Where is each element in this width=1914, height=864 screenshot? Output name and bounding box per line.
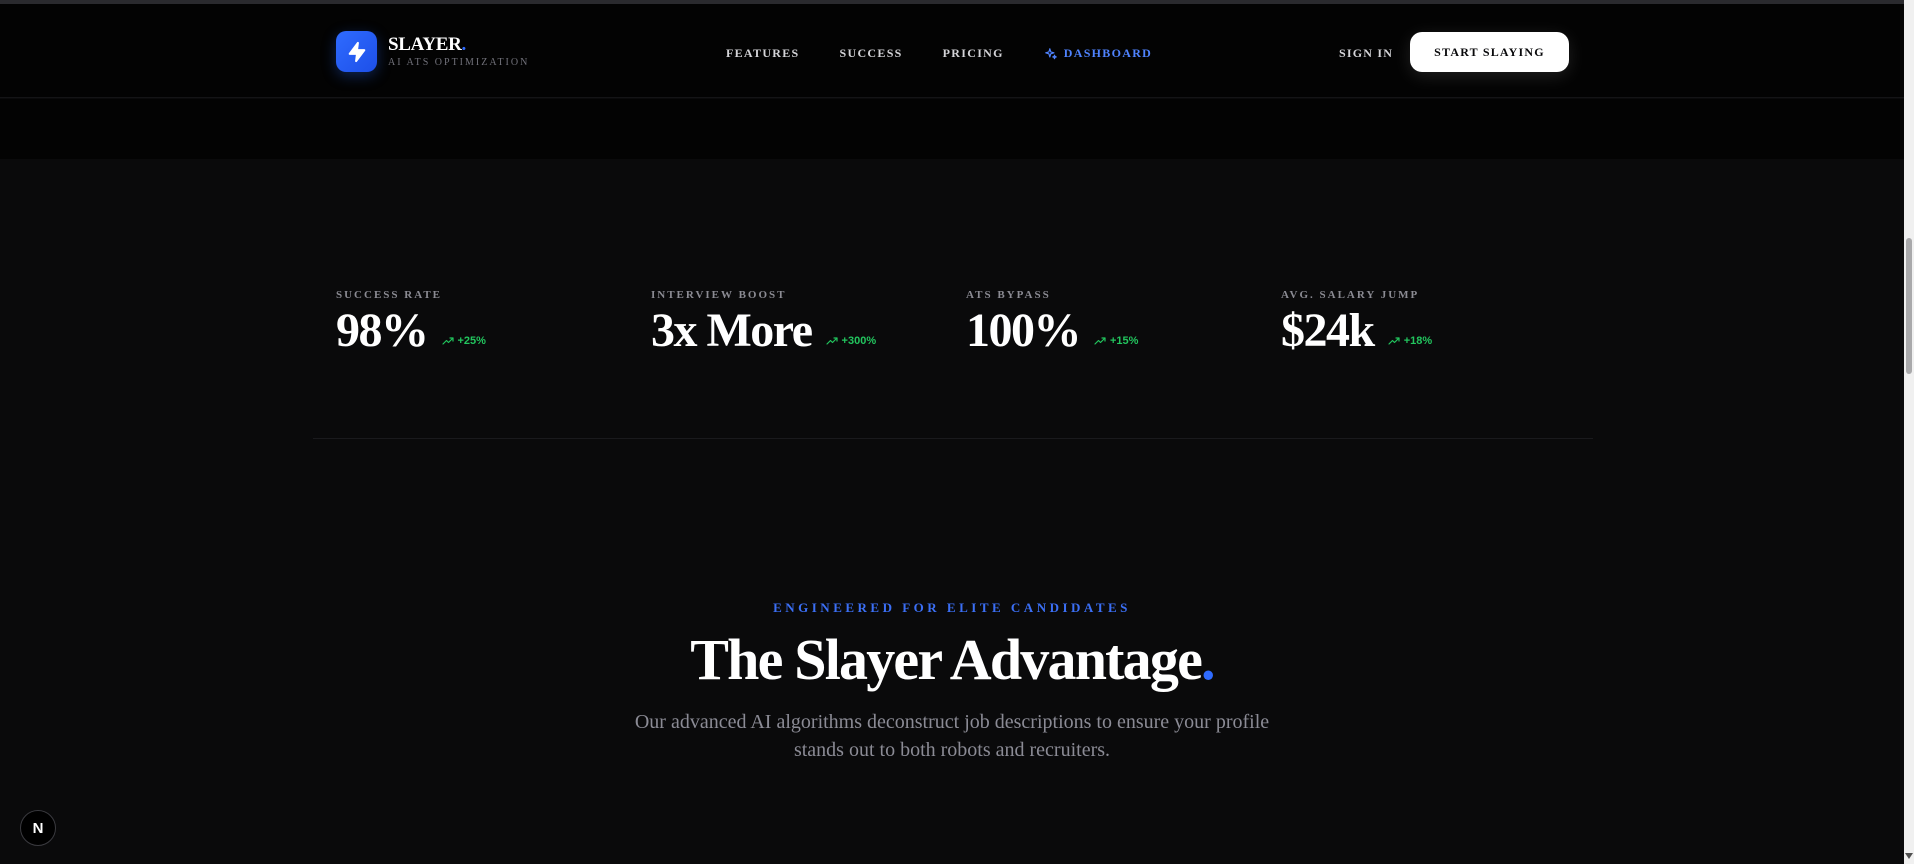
nav-item-pricing[interactable]: PRICING [943, 46, 1004, 61]
section-title-dot: . [1201, 627, 1215, 692]
stat-card: ATS BYPASS 100% +15% [966, 289, 1281, 358]
stat-value: 3x More [651, 304, 813, 357]
section-title: The Slayer Advantage. [0, 626, 1904, 693]
site-header: SLAYER. AI ATS OPTIMIZATION FEATURES SUC… [0, 4, 1914, 98]
stat-value-row: 100% +15% [966, 304, 1281, 358]
nav-item-label: PRICING [942, 46, 1004, 60]
stat-label: INTERVIEW BOOST [651, 289, 787, 301]
stat-card: AVG. SALARY JUMP $24k +18% [1281, 289, 1596, 358]
stat-card: SUCCESS RATE 98% +25% [336, 289, 651, 358]
trending-up-icon [825, 337, 838, 345]
start-slaying-button[interactable]: START SLAYING [1410, 32, 1569, 72]
stat-delta: +300% [841, 335, 877, 347]
brand-tagline: AI ATS OPTIMIZATION [388, 57, 530, 68]
nav-item-label: FEATURES [726, 46, 800, 60]
section-description: Our advanced AI algorithms deconstruct j… [634, 711, 1270, 761]
header-band [0, 99, 1914, 159]
stat-value-row: $24k +18% [1281, 304, 1596, 358]
brand-logo-link[interactable]: SLAYER. AI ATS OPTIMIZATION [336, 31, 529, 72]
nav-item-features[interactable]: FEATURES [726, 46, 800, 61]
trending-up-icon [1094, 337, 1106, 345]
brand-name: SLAYER. [388, 35, 529, 54]
lightning-bolt-icon [336, 31, 377, 72]
section-divider [313, 438, 1593, 439]
trending-up-icon [1388, 337, 1400, 345]
stat-delta-badge: +15% [1094, 335, 1138, 347]
stat-delta: +25% [457, 335, 486, 347]
scrollbar-thumb[interactable] [1906, 238, 1912, 374]
stats-row: SUCCESS RATE 98% +25% INTERVIEW BOOST 3x… [336, 289, 1596, 358]
stat-value-row: 3x More +300% [651, 304, 966, 358]
stat-card: INTERVIEW BOOST 3x More +300% [651, 289, 966, 358]
scroll-down-arrow-icon[interactable] [1905, 852, 1913, 860]
stat-value: 100% [966, 304, 1082, 357]
stat-delta-badge: +300% [825, 335, 877, 347]
stat-delta-badge: +25% [441, 335, 486, 347]
stat-delta: +15% [1110, 335, 1139, 347]
brand-name-text: SLAYER [388, 34, 462, 55]
brand-dot: . [461, 34, 467, 55]
stat-label: ATS BYPASS [966, 289, 1051, 301]
header-container: SLAYER. AI ATS OPTIMIZATION FEATURES SUC… [336, 4, 1569, 98]
section-title-text: The Slayer Advantage [690, 627, 1203, 692]
nav-item-label: DASHBOARD [1063, 46, 1153, 60]
page: SLAYER. AI ATS OPTIMIZATION FEATURES SUC… [0, 0, 1914, 864]
trending-up-icon [441, 337, 454, 345]
stat-value-row: 98% +25% [336, 304, 651, 358]
dev-badge-label: N [32, 819, 44, 837]
stat-value: $24k [1281, 304, 1375, 357]
nav-item-dashboard[interactable]: DASHBOARD [1044, 46, 1152, 61]
nav-item-success[interactable]: SUCCESS [840, 46, 903, 61]
section-eyebrow: ENGINEERED FOR ELITE CANDIDATES [773, 600, 1131, 615]
stat-delta: +18% [1403, 335, 1433, 347]
stat-label: AVG. SALARY JUMP [1281, 289, 1420, 301]
stat-label: SUCCESS RATE [336, 289, 443, 301]
nav-item-label: SUCCESS [839, 46, 903, 60]
dev-tools-badge[interactable]: N [20, 810, 56, 846]
sign-in-link[interactable]: SIGN IN [1339, 46, 1393, 61]
brand-text: SLAYER. AI ATS OPTIMIZATION [388, 35, 529, 68]
stat-delta-badge: +18% [1388, 335, 1432, 347]
main-nav: FEATURES SUCCESS PRICING DASHBOARD [726, 46, 1192, 61]
vertical-scrollbar[interactable] [1904, 0, 1914, 864]
stat-value: 98% [336, 304, 429, 357]
sparkles-icon [1044, 47, 1058, 61]
